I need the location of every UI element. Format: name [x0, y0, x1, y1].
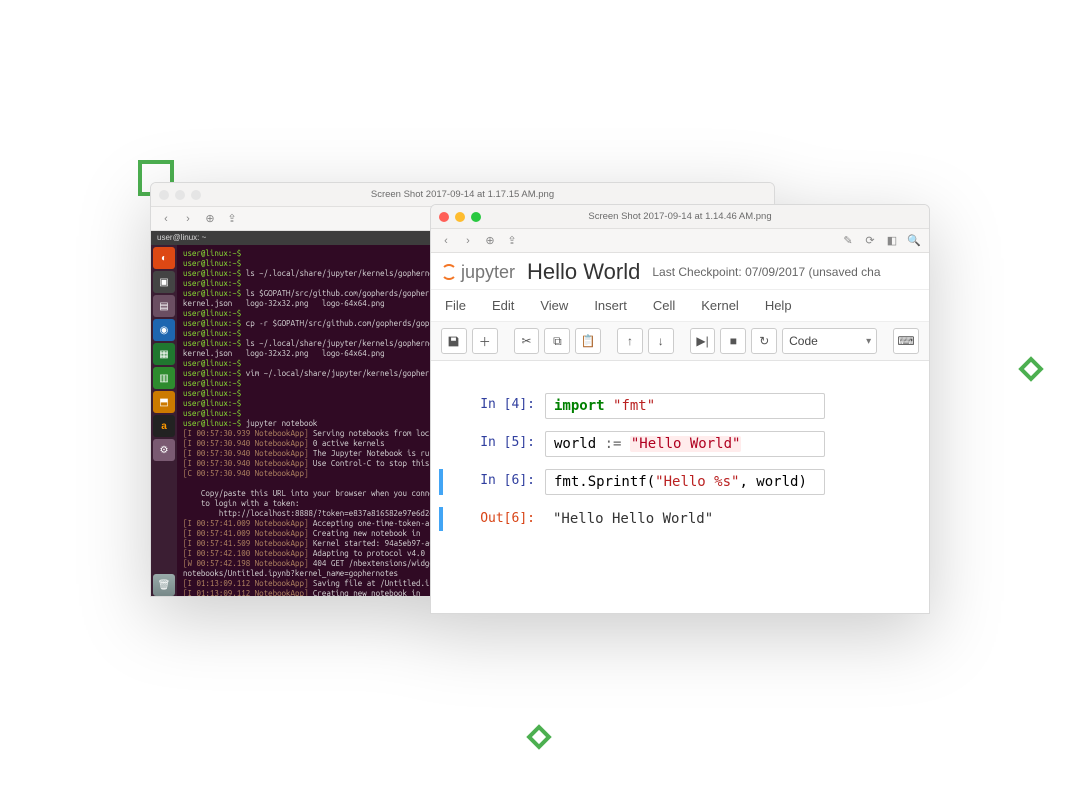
cell-prompt: In [6]:: [445, 469, 545, 492]
rotate-icon[interactable]: ⟳: [863, 234, 877, 248]
share-icon[interactable]: ⇪: [225, 212, 239, 226]
launcher-settings-icon[interactable]: ⚙: [153, 439, 175, 461]
cell-output: "Hello Hello World": [545, 507, 721, 531]
edit-icon[interactable]: ✎: [841, 234, 855, 248]
menu-edit[interactable]: Edit: [492, 298, 514, 313]
command-palette-button[interactable]: ⌨: [893, 328, 919, 354]
restart-button[interactable]: ↻: [751, 328, 777, 354]
move-down-button[interactable]: ↓: [648, 328, 674, 354]
window-title: Screen Shot 2017-09-14 at 1.14.46 AM.png: [431, 211, 929, 222]
cell-type-value: Code: [789, 334, 818, 348]
add-cell-button[interactable]: ＋: [472, 328, 498, 354]
launcher-files-icon[interactable]: ▤: [153, 295, 175, 317]
copy-button[interactable]: ⧉: [544, 328, 570, 354]
notebook-area: In [4]:import "fmt"In [5]:world := "Hell…: [431, 361, 929, 551]
launcher-software-icon[interactable]: ⬒: [153, 391, 175, 413]
launcher-dash-icon[interactable]: ◐: [153, 247, 175, 269]
zoom-icon[interactable]: [471, 212, 481, 222]
preview-toolbar: ‹ › ⊕ ⇪ ✎ ⟳ ◧ 🔍: [431, 229, 929, 253]
menu-help[interactable]: Help: [765, 298, 792, 313]
zoom-icon[interactable]: ⊕: [203, 212, 217, 226]
menu-cell[interactable]: Cell: [653, 298, 675, 313]
cell-prompt: Out[6]:: [445, 507, 545, 530]
menu-kernel[interactable]: Kernel: [701, 298, 739, 313]
notebook-title[interactable]: Hello World: [527, 259, 640, 285]
close-icon[interactable]: [439, 212, 449, 222]
decor-diamond: [526, 724, 551, 749]
cell-input[interactable]: import "fmt": [545, 393, 825, 419]
zoom-icon[interactable]: ⊕: [483, 234, 497, 248]
move-up-button[interactable]: ↑: [617, 328, 643, 354]
save-button[interactable]: [441, 328, 467, 354]
menu-insert[interactable]: Insert: [594, 298, 627, 313]
forward-icon[interactable]: ›: [181, 212, 195, 226]
minimize-icon[interactable]: [175, 190, 185, 200]
window-title: Screen Shot 2017-09-14 at 1.17.15 AM.png: [151, 189, 774, 200]
forward-icon[interactable]: ›: [461, 234, 475, 248]
cut-button[interactable]: ✂: [514, 328, 540, 354]
menu-view[interactable]: View: [540, 298, 568, 313]
search-icon[interactable]: 🔍: [907, 234, 921, 248]
minimize-icon[interactable]: [455, 212, 465, 222]
cell-type-select[interactable]: Code: [782, 328, 877, 354]
run-button[interactable]: ▶|: [690, 328, 716, 354]
jupyter-logo-icon: [441, 264, 457, 280]
launcher-libreoffice-icon[interactable]: ▦: [153, 343, 175, 365]
back-icon[interactable]: ‹: [159, 212, 173, 226]
launcher-terminal-icon[interactable]: ▣: [153, 271, 175, 293]
window-controls: [151, 190, 201, 200]
launcher-firefox-icon[interactable]: ◉: [153, 319, 175, 341]
share-icon[interactable]: ⇪: [505, 234, 519, 248]
zoom-icon[interactable]: [191, 190, 201, 200]
unity-launcher: ◐ ▣ ▤ ◉ ▦ ▥ ⬒ a ⚙ 🗑: [151, 245, 177, 596]
markup-icon[interactable]: ◧: [885, 234, 899, 248]
launcher-calc-icon[interactable]: ▥: [153, 367, 175, 389]
cell-input[interactable]: fmt.Sprintf("Hello %s", world): [545, 469, 825, 495]
jupyter-brand-text: jupyter: [461, 262, 515, 283]
menu-file[interactable]: File: [445, 298, 466, 313]
jupyter-logo[interactable]: jupyter: [441, 262, 515, 283]
jupyter-toolbar: ＋ ✂ ⧉ 📋 ↑ ↓ ▶| ■ ↻ Code ⌨: [431, 322, 929, 361]
jupyter-menubar: File Edit View Insert Cell Kernel Help: [431, 290, 929, 322]
back-icon[interactable]: ‹: [439, 234, 453, 248]
launcher-trash-icon[interactable]: 🗑: [153, 574, 175, 596]
screenshot-stage: Screen Shot 2017-09-14 at 1.17.15 AM.png…: [150, 182, 932, 612]
jupyter-header: jupyter Hello World Last Checkpoint: 07/…: [431, 253, 929, 290]
close-icon[interactable]: [159, 190, 169, 200]
titlebar: Screen Shot 2017-09-14 at 1.14.46 AM.png: [431, 205, 929, 229]
checkpoint-text: Last Checkpoint: 07/09/2017 (unsaved cha: [652, 265, 880, 279]
preview-window-jupyter: Screen Shot 2017-09-14 at 1.14.46 AM.png…: [430, 204, 930, 614]
paste-button[interactable]: 📋: [575, 328, 601, 354]
cell-prompt: In [5]:: [445, 431, 545, 454]
cell-prompt: In [4]:: [445, 393, 545, 416]
launcher-amazon-icon[interactable]: a: [153, 415, 175, 437]
window-controls: [431, 212, 481, 222]
stop-button[interactable]: ■: [720, 328, 746, 354]
decor-diamond: [1018, 356, 1043, 381]
cell-input[interactable]: world := "Hello World": [545, 431, 825, 457]
